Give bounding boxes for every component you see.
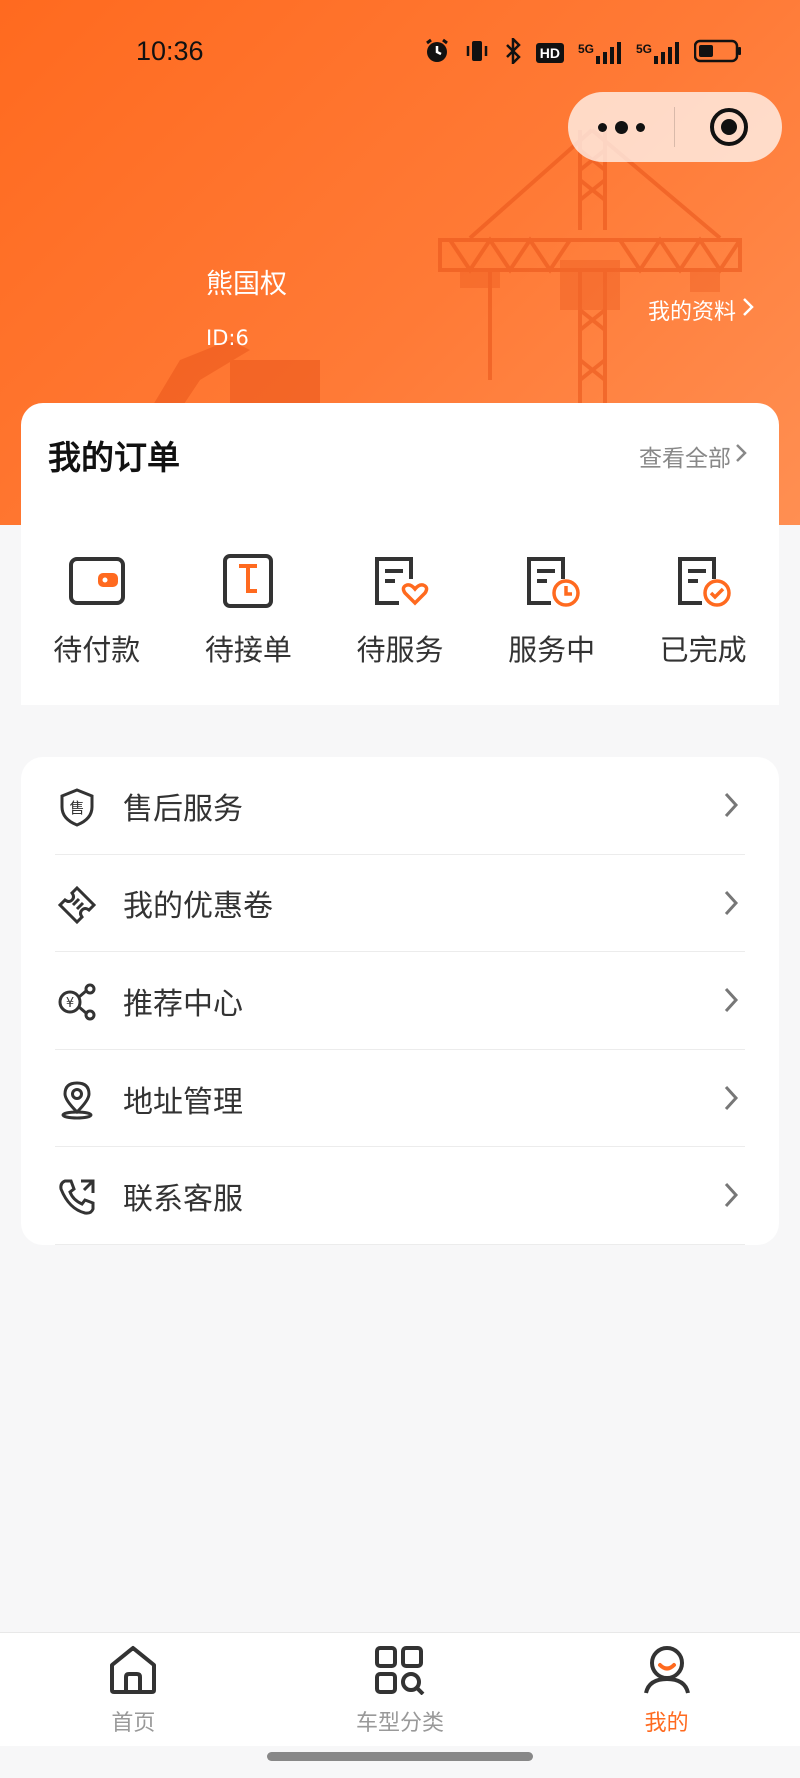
category-grid-icon xyxy=(374,1645,426,1699)
tab-label: 首页 xyxy=(111,1711,156,1736)
menu-item-label: 推荐中心 xyxy=(123,986,243,1022)
after-sales-shield-icon: 售 xyxy=(57,787,97,827)
chevron-right-icon xyxy=(742,297,754,323)
menu-item-label: 地址管理 xyxy=(123,1084,243,1120)
alarm-icon xyxy=(424,38,450,68)
my-profile-label: 我的资料 xyxy=(647,300,736,325)
hd-icon: HD xyxy=(535,43,564,63)
tab-mine[interactable]: 我的 xyxy=(533,1633,800,1746)
order-completed[interactable]: 已完成 xyxy=(627,553,779,669)
document-heart-icon xyxy=(371,553,429,613)
home-icon xyxy=(107,1645,159,1699)
crane-illustration xyxy=(438,128,742,410)
user-name: 熊国权 xyxy=(206,269,287,300)
status-bar: 10:36 HD 5G 5G xyxy=(0,0,800,104)
order-pending-service[interactable]: 待服务 xyxy=(324,553,476,669)
tab-label: 我的 xyxy=(644,1711,689,1736)
tab-label: 车型分类 xyxy=(356,1711,445,1736)
order-item-label: 服务中 xyxy=(508,633,596,667)
chevron-right-icon xyxy=(723,1084,739,1116)
bottom-tab-bar: 首页 车型分类 我的 xyxy=(0,1632,800,1746)
share-yuan-icon: ¥ xyxy=(57,982,97,1022)
tab-categories[interactable]: 车型分类 xyxy=(267,1633,534,1746)
signal-5g-icon: 5G xyxy=(578,42,622,64)
network-label-2: 5G xyxy=(635,42,652,56)
view-all-label: 查看全部 xyxy=(639,446,731,472)
home-indicator[interactable] xyxy=(267,1752,533,1761)
order-pending-accept[interactable]: 待接单 xyxy=(173,553,325,669)
chevron-right-icon xyxy=(735,443,747,469)
yuan-glyph: ¥ xyxy=(66,996,74,1011)
menu-card: 售 售后服务 我的优惠卷 ¥ 推荐中心 地址管理 联系客服 xyxy=(21,757,779,1245)
vibrate-icon xyxy=(464,38,490,68)
target-icon[interactable] xyxy=(675,106,782,148)
order-item-label: 待付款 xyxy=(53,633,141,667)
tab-home[interactable]: 首页 xyxy=(0,1633,267,1746)
menu-item-address[interactable]: 地址管理 xyxy=(21,1050,779,1148)
signal-5g-icon-2: 5G xyxy=(636,42,680,64)
chevron-right-icon xyxy=(723,1181,739,1213)
calendar-icon xyxy=(219,553,277,613)
status-time: 10:36 xyxy=(136,36,204,66)
bluetooth-icon xyxy=(504,35,522,68)
wallet-icon xyxy=(68,553,126,613)
user-id: ID:6 xyxy=(206,326,249,350)
chevron-right-icon xyxy=(723,889,739,921)
more-dots-icon[interactable] xyxy=(568,120,674,134)
status-icons: HD 5G 5G xyxy=(424,35,742,68)
user-icon xyxy=(641,1645,693,1699)
order-pending-payment[interactable]: 待付款 xyxy=(21,553,173,669)
after-sales-glyph: 售 xyxy=(69,799,84,817)
phone-icon xyxy=(57,1177,97,1217)
chevron-right-icon xyxy=(723,986,739,1018)
menu-item-coupons[interactable]: 我的优惠卷 xyxy=(21,855,779,953)
menu-item-label: 售后服务 xyxy=(123,791,243,827)
battery-icon xyxy=(693,39,742,67)
menu-item-label: 联系客服 xyxy=(123,1182,243,1218)
order-in-service[interactable]: 服务中 xyxy=(476,553,628,669)
document-clock-icon xyxy=(523,553,581,613)
orders-card: 我的订单 查看全部 待付款 待接单 待服务 服务中 已完成 xyxy=(21,403,779,705)
chevron-right-icon xyxy=(723,791,739,823)
my-profile-link[interactable]: 我的资料 xyxy=(648,294,754,326)
network-label: 5G xyxy=(577,42,594,56)
view-all-orders-link[interactable]: 查看全部 xyxy=(639,439,747,473)
miniprogram-capsule xyxy=(568,92,782,162)
order-item-label: 待服务 xyxy=(356,633,444,667)
coupon-icon xyxy=(57,885,97,925)
menu-item-referral[interactable]: ¥ 推荐中心 xyxy=(21,952,779,1050)
order-item-label: 待接单 xyxy=(204,633,292,667)
orders-title: 我的订单 xyxy=(48,438,180,477)
menu-item-after-sales[interactable]: 售 售后服务 xyxy=(21,757,779,855)
menu-item-label: 我的优惠卷 xyxy=(123,889,273,925)
order-item-label: 已完成 xyxy=(659,633,747,667)
menu-item-customer-service[interactable]: 联系客服 xyxy=(21,1147,779,1245)
document-check-icon xyxy=(674,553,732,613)
location-pin-icon xyxy=(57,1080,97,1120)
order-status-list: 待付款 待接单 待服务 服务中 已完成 xyxy=(21,553,779,669)
